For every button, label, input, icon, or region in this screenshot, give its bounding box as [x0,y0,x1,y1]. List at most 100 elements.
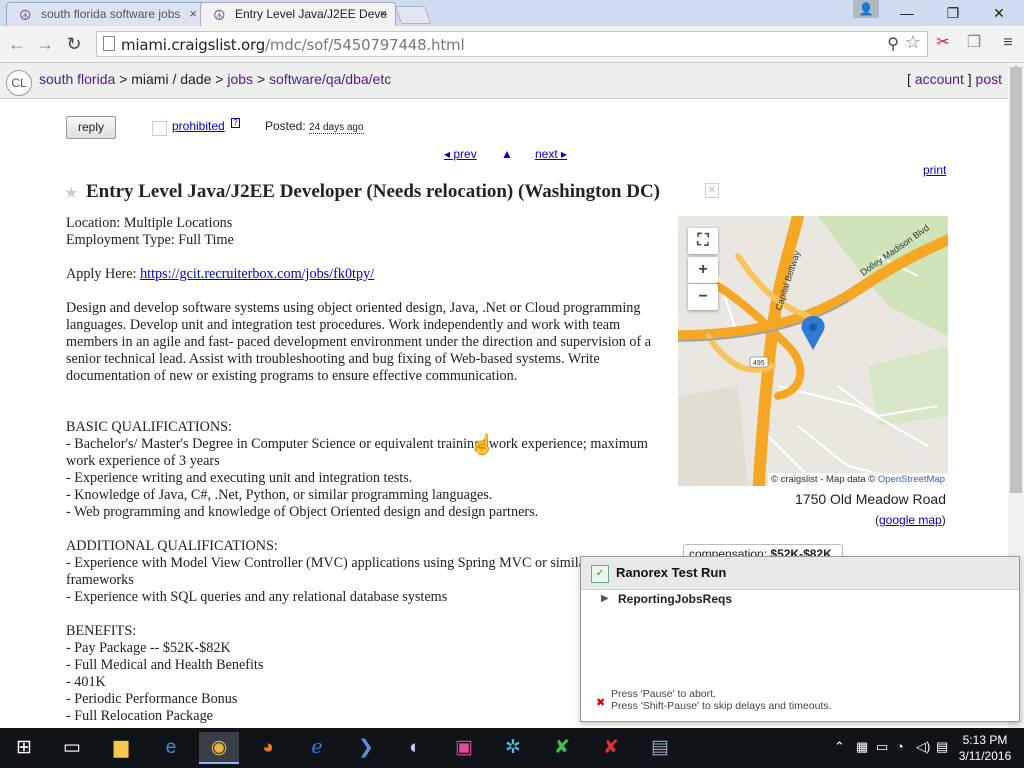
list-item: - Web programming and knowledge of Objec… [66,504,539,520]
maximize-button[interactable]: ❐ [930,3,976,23]
ranorex-runner-icon[interactable]: ▤ [640,732,680,764]
peace-icon: ☮ [213,7,226,23]
tab-south-florida-jobs[interactable]: ☮ south florida software jobs × [6,2,206,26]
help-icon[interactable]: ? [231,118,240,128]
description-text: Design and develop software systems usin… [66,300,652,384]
extension-copy-icon[interactable]: ❐ [964,33,984,53]
edge-icon[interactable]: e [151,732,191,764]
ranorex-hint: Press 'Pause' to abort. Press 'Shift-Pau… [611,688,832,712]
bookmark-star-icon[interactable]: ☆ [905,32,921,53]
favorite-star-icon[interactable]: ★ [64,183,78,203]
print-link[interactable]: print [923,163,946,177]
list-item: - Pay Package -- $52K-$82K [66,640,231,656]
volume-icon[interactable]: ◁) [916,739,930,755]
breadcrumb: south florida > miami / dade > jobs > so… [39,71,392,87]
list-item: - Periodic Performance Bonus [66,691,238,707]
page-icon [103,36,115,51]
action-center-icon[interactable]: ▤ [936,739,948,755]
breadcrumb-software[interactable]: software/qa/dba/etc [269,71,391,87]
prohibited-link[interactable]: prohibited [172,119,225,133]
basic-qualifications-heading: BASIC QUALIFICATIONS: [66,419,232,435]
post-link[interactable]: post [976,71,1002,87]
apply-line: Apply Here: https://gcit.recruiterbox.co… [66,266,375,282]
next-link[interactable]: next ▸ [535,147,567,161]
map-address: 1750 Old Meadow Road [795,491,946,507]
location-map[interactable]: Capital Beltway Dolley Madison Blvd 495 … [678,216,948,486]
close-tab-icon[interactable]: × [379,6,387,21]
list-item: - Knowledge of Java, C#, .Net, Python, o… [66,487,493,503]
forward-icon[interactable]: → [33,32,57,56]
green-tool-icon[interactable]: ✘ [542,732,582,764]
breadcrumb-south-florida[interactable]: south florida [39,71,115,87]
url-text[interactable]: miami.craigslist.org/mdc/sof/5450797448.… [121,36,465,54]
minimize-button[interactable]: — [884,3,930,23]
google-map-link[interactable]: google map [879,513,942,527]
location-text: Location: Multiple Locations [66,215,233,231]
tab-strip: ☮ south florida software jobs × ☮ Entry … [0,0,1024,26]
chrome-icon[interactable]: ◉ [199,732,239,764]
zoom-in-button[interactable]: + [688,257,718,283]
list-item: - Full Medical and Health Benefits [66,657,264,673]
zoom-icon[interactable]: ⚲ [887,34,899,54]
menu-icon[interactable]: ≡ [998,33,1018,53]
tab-title: south florida software jobs [41,7,181,21]
firefox-icon[interactable]: ◕ [248,732,288,764]
list-item: - Full Relocation Package [66,708,213,724]
intellij-icon[interactable]: ▣ [444,732,484,764]
tab-title: Entry Level Java/J2EE Deve [235,7,388,21]
additional-qualifications-heading: ADDITIONAL QUALIFICATIONS: [66,538,278,554]
account-link[interactable]: account [915,71,964,87]
powershell-icon[interactable]: ❯ [346,732,386,764]
eclipse-icon[interactable]: ◐ [395,732,435,764]
up-link[interactable]: ▲ [501,147,513,161]
red-tool-icon[interactable]: ✘ [591,732,631,764]
tab-entry-level-java[interactable]: ☮ Entry Level Java/J2EE Deve × [200,2,396,26]
craigslist-header: CL south florida > miami / dade > jobs >… [0,63,1008,99]
file-explorer-icon[interactable]: ▆ [101,732,141,764]
task-view-icon[interactable]: ▭ [52,732,92,764]
apply-link[interactable]: https://gcit.recruiterbox.com/jobs/fk0tp… [140,266,374,282]
windows-start-icon[interactable]: ⊞ [4,732,44,764]
date-text: 3/11/2016 [958,749,1012,763]
wifi-icon[interactable]: ◔ [896,739,904,754]
extension-tools-icon[interactable]: ✂ [933,33,953,53]
list-item: - Experience with SQL queries and any re… [66,589,448,605]
clock[interactable]: 5:13 PM 3/11/2016 [954,732,1016,764]
google-map-wrapper: (google map) [875,513,946,527]
ranorex-studio-icon[interactable]: ✲ [493,732,533,764]
ranorex-test-name: ReportingJobsReqs [618,592,733,606]
peace-icon: ☮ [19,7,32,23]
battery-icon[interactable]: ▭ [876,739,888,755]
scrollbar-thumb[interactable] [1010,67,1022,493]
ranorex-icon: ✓ [591,565,609,583]
map-attribution: © craigslist - Map data © OpenStreetMap [767,473,948,486]
flag-checkbox[interactable] [152,121,167,136]
close-window-button[interactable]: ✕ [976,3,1022,23]
address-bar[interactable]: miami.craigslist.org/mdc/sof/5450797448.… [96,31,928,57]
openstreetmap-link[interactable]: OpenStreetMap [878,474,945,485]
chevron-up-icon[interactable]: ⌃ [834,739,845,755]
posted-date: Posted: 24 days ago [265,119,364,134]
internet-explorer-icon[interactable]: ℯ [297,732,337,764]
windows-taskbar: ⊞ ▭ ▆ e ◉ ◕ ℯ ❯ ◐ ▣ ✲ ✘ ✘ ▤ ⌃ ▦ ▭ ◔ ◁) ▤… [0,728,1024,768]
new-tab-button[interactable] [394,6,432,24]
fullscreen-icon[interactable]: ⛶ [688,228,718,254]
map-tiles: Capital Beltway Dolley Madison Blvd 495 [678,216,948,486]
breadcrumb-jobs[interactable]: jobs [227,71,253,87]
close-tab-icon[interactable]: × [189,6,197,21]
craigslist-logo[interactable]: CL [6,70,32,96]
hide-posting-icon[interactable]: ✕ [705,183,719,198]
time-text: 5:13 PM [962,733,1008,747]
abort-icon: ✖ [596,697,606,709]
zoom-out-button[interactable]: − [688,284,718,310]
hand-cursor-icon: ☝ [470,434,495,456]
ranorex-title-bar: ✓ Ranorex Test Run [581,557,1019,590]
play-icon: ▶ [601,593,609,604]
posting-body: Location: Multiple Locations Employment … [66,215,666,725]
reload-icon[interactable]: ↻ [62,32,86,56]
prev-link[interactable]: ◂ prev [444,147,477,161]
reply-button[interactable]: reply [66,116,116,139]
profile-icon[interactable]: 👤 [853,0,879,18]
back-icon[interactable]: ← [5,32,29,56]
network-icon[interactable]: ▦ [856,739,868,755]
